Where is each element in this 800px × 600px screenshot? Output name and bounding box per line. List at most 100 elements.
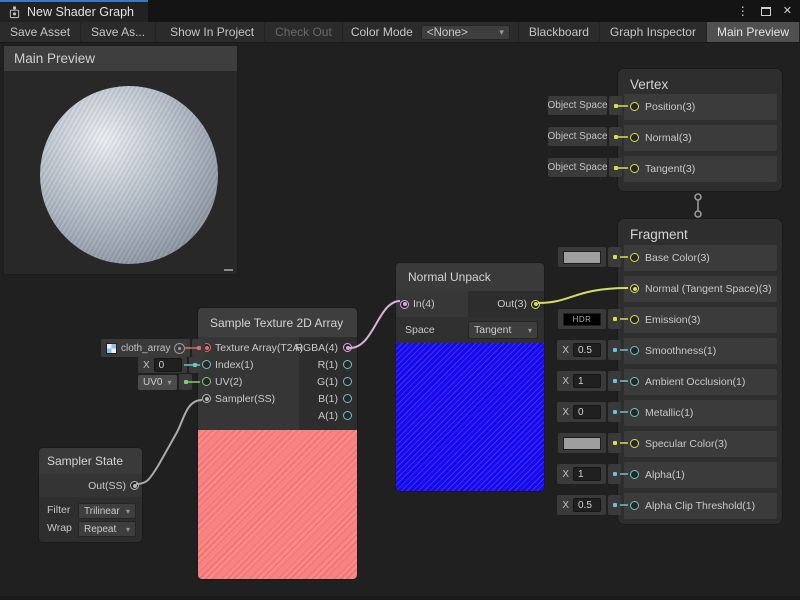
- save-asset-button[interactable]: Save Asset: [0, 22, 81, 42]
- port-default-dot: [189, 357, 202, 373]
- port-a[interactable]: [343, 411, 352, 420]
- hdr-color-swatch[interactable]: HDR: [563, 313, 601, 326]
- wire-sampler-state-to-sampler[interactable]: [136, 400, 202, 484]
- float-field[interactable]: 1: [573, 467, 601, 481]
- resize-grip[interactable]: [224, 269, 233, 271]
- filter-label: Filter: [47, 504, 70, 516]
- space-selector-tangent[interactable]: Object Space: [548, 158, 622, 177]
- port-sampler[interactable]: [202, 394, 211, 403]
- port-out-ss[interactable]: [130, 481, 139, 490]
- port-position[interactable]: [630, 102, 639, 111]
- float-field[interactable]: 0.5: [573, 498, 601, 512]
- node-normal-unpack[interactable]: Normal Unpack In(4) Out(3) Space Tangent…: [395, 262, 545, 492]
- blackboard-button[interactable]: Blackboard: [518, 22, 600, 42]
- uv-channel-dropdown[interactable]: UV0 ▾: [138, 375, 177, 390]
- port-alpha[interactable]: [630, 470, 639, 479]
- kebab-menu-icon[interactable]: ⋮: [737, 5, 749, 17]
- maximize-icon[interactable]: [761, 7, 771, 16]
- port-index[interactable]: [202, 360, 211, 369]
- port-label: RGBA(4): [295, 342, 338, 354]
- normal-unpack-ports-row: In(4) Out(3): [396, 291, 544, 317]
- port-rgba[interactable]: [343, 343, 352, 352]
- output-row-rgba: RGBA(4): [295, 339, 338, 356]
- port-label: Specular Color(3): [645, 438, 727, 450]
- input-row-uv: UV(2): [215, 373, 242, 390]
- specular-color-widget[interactable]: [558, 433, 621, 453]
- port-tangent[interactable]: [630, 164, 639, 173]
- fragment-row-alpha: Alpha(1): [624, 462, 777, 488]
- float-field[interactable]: 1: [573, 374, 601, 388]
- port-g[interactable]: [343, 377, 352, 386]
- chevron-down-icon: ▾: [126, 525, 130, 534]
- main-preview-header[interactable]: Main Preview: [4, 46, 237, 71]
- port-alpha-clip-threshold[interactable]: [630, 501, 639, 510]
- port-specular-color[interactable]: [630, 439, 639, 448]
- float-field[interactable]: 0: [154, 358, 182, 372]
- node-sample-texture-2d-array[interactable]: Sample Texture 2D Array Texture Array(T2…: [197, 307, 358, 580]
- texture-thumbnail-icon: [106, 343, 117, 354]
- float-field[interactable]: 0: [573, 405, 601, 419]
- graph-canvas[interactable]: Main Preview Vertex Position(3) Normal(3…: [0, 0, 800, 600]
- port-default-dot: [608, 495, 621, 515]
- fragment-row-specular-color: Specular Color(3): [624, 431, 777, 457]
- port-base-color[interactable]: [630, 253, 639, 262]
- node-vertex[interactable]: Vertex Position(3) Normal(3) Tangent(3): [617, 68, 783, 192]
- emission-hdr-widget[interactable]: HDR: [558, 309, 621, 329]
- port-normal[interactable]: [630, 133, 639, 142]
- smoothness-widget[interactable]: X0.5: [557, 340, 621, 360]
- output-cell: Out(3): [497, 291, 544, 317]
- port-out[interactable]: [531, 300, 540, 309]
- space-dropdown[interactable]: Tangent ▾: [468, 321, 538, 339]
- port-r[interactable]: [343, 360, 352, 369]
- space-selector-position[interactable]: Object Space: [548, 96, 622, 115]
- save-as-button[interactable]: Save As...: [81, 22, 156, 42]
- tab-new-shader-graph[interactable]: New Shader Graph: [0, 0, 148, 22]
- node-fragment[interactable]: Fragment Base Color(3) Normal (Tangent S…: [617, 218, 783, 525]
- port-in[interactable]: [400, 300, 409, 309]
- alpha-widget[interactable]: X1: [557, 464, 621, 484]
- port-label: Out(3): [497, 298, 527, 310]
- port-label: Sampler(SS): [215, 393, 275, 405]
- index-widget[interactable]: X0: [138, 357, 202, 373]
- float-field[interactable]: 0.5: [573, 343, 601, 357]
- port-label: Position(3): [645, 101, 695, 113]
- wire-out-to-normal[interactable]: [538, 288, 628, 303]
- fragment-row-normal: Normal (Tangent Space)(3): [624, 276, 777, 302]
- show-in-project-button[interactable]: Show In Project: [160, 22, 265, 42]
- vertex-row-normal: Normal(3): [624, 125, 777, 151]
- port-default-dot: [608, 402, 621, 422]
- node-sampler-state[interactable]: Sampler State Out(SS) Filter Trilinear ▾…: [38, 447, 143, 543]
- main-preview-button[interactable]: Main Preview: [707, 22, 800, 42]
- wrap-dropdown[interactable]: Repeat ▾: [78, 521, 136, 537]
- space-label: Object Space: [547, 100, 607, 111]
- port-uv[interactable]: [202, 377, 211, 386]
- ambient-occlusion-widget[interactable]: X1: [557, 371, 621, 391]
- port-default-dot: [609, 96, 622, 115]
- window-controls: ⋮ ✕: [737, 0, 800, 22]
- color-mode-dropdown[interactable]: <None> ▾: [421, 25, 510, 40]
- filter-dropdown[interactable]: Trilinear ▾: [78, 503, 136, 519]
- port-smoothness[interactable]: [630, 346, 639, 355]
- main-preview-panel[interactable]: Main Preview: [3, 45, 238, 275]
- texture-array-slot[interactable]: cloth_array: [101, 339, 205, 357]
- metallic-widget[interactable]: X0: [557, 402, 621, 422]
- port-b[interactable]: [343, 394, 352, 403]
- uv-channel-widget[interactable]: UV0 ▾: [138, 374, 192, 390]
- color-mode-value: <None>: [427, 27, 468, 39]
- shader-preview-sphere: [40, 86, 218, 264]
- port-label: Normal (Tangent Space)(3): [645, 283, 772, 295]
- port-metallic[interactable]: [630, 408, 639, 417]
- alpha-clip-widget[interactable]: X0.5: [557, 495, 621, 515]
- graph-inspector-button[interactable]: Graph Inspector: [600, 22, 707, 42]
- port-emission[interactable]: [630, 315, 639, 324]
- base-color-widget[interactable]: [558, 247, 621, 267]
- port-normal-tangent-space[interactable]: [630, 284, 639, 293]
- color-swatch[interactable]: [563, 437, 601, 450]
- close-icon[interactable]: ✕: [783, 6, 792, 17]
- port-default-dot: [608, 433, 621, 453]
- object-picker-icon[interactable]: [174, 343, 185, 354]
- color-swatch[interactable]: [563, 251, 601, 264]
- fragment-row-base-color: Base Color(3): [624, 245, 777, 271]
- space-selector-normal[interactable]: Object Space: [548, 127, 622, 146]
- port-ambient-occlusion[interactable]: [630, 377, 639, 386]
